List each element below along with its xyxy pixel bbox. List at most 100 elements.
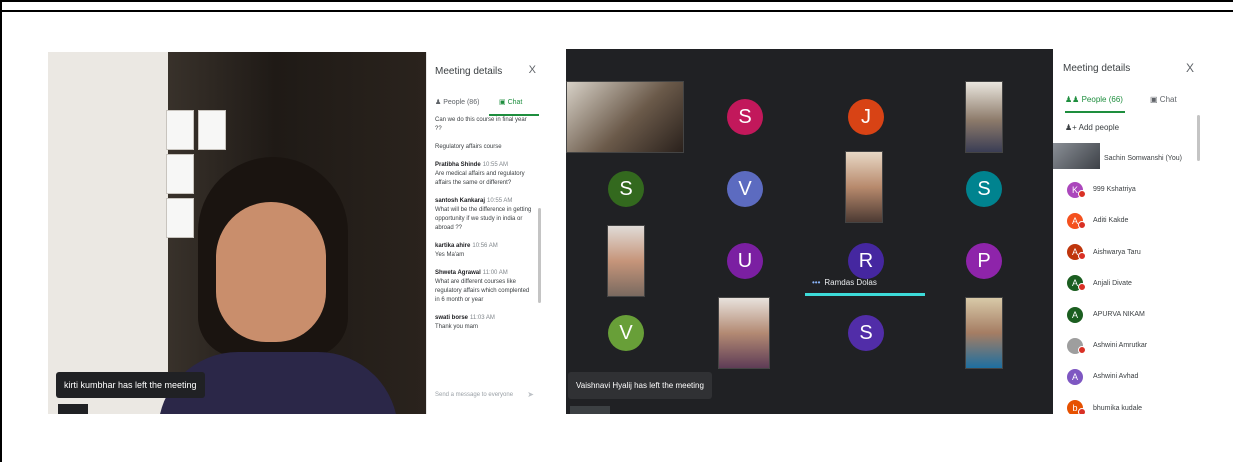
participant-avatar[interactable]: U (727, 243, 763, 279)
participant-name: 999 Kshatriya (1093, 186, 1136, 194)
participant-avatar[interactable]: V (727, 171, 763, 207)
participant-grid: S J S V S U R P V S ••• Ramdas Dolas Vais… (566, 49, 1053, 414)
participant-video-tile[interactable] (845, 151, 883, 223)
participant-list: Sachin Somwanshi (You) K 999 Kshatriya A… (1053, 143, 1204, 414)
participant-avatar: A (1067, 306, 1083, 323)
participant-name: Aishwarya Taru (1093, 248, 1141, 256)
panel-tabs: ♟ People (86) ▣ Chat (427, 94, 544, 116)
chat-icon: ▣ (1150, 95, 1158, 104)
participant-video-tile[interactable] (718, 297, 770, 369)
participant-name: APURVA NIKAM (1093, 311, 1145, 319)
message-text: Can we do this course in final year ?? (435, 117, 527, 132)
message-time: 11:03 AM (470, 315, 495, 321)
right-meeting-toast: Vaishnavi Hyalij has left the meeting (568, 372, 712, 399)
participant-avatar: b (1067, 400, 1086, 414)
participant-avatar: A (1067, 368, 1083, 385)
right-meeting-details-panel: Meeting details X ♟♟ People (66) ▣ Chat … (1053, 49, 1204, 414)
participant-name: bhumika kudale (1093, 404, 1143, 412)
self-view-thumbnail[interactable] (570, 406, 610, 414)
participant-row[interactable]: A Ashwini Avhad (1053, 361, 1204, 392)
participant-avatar[interactable]: S (966, 171, 1002, 207)
main-video: kirti kumbhar has left the meeting (48, 52, 426, 414)
right-meeting-screenshot: S J S V S U R P V S ••• Ramdas Dolas Vais… (566, 49, 1204, 414)
message-time: 10:56 AM (472, 243, 498, 249)
participant-avatar[interactable]: R (848, 243, 884, 279)
window-pane (166, 110, 194, 150)
message-text: Are medical affairs and regulatory affai… (435, 171, 525, 186)
participant-video-tile[interactable] (965, 81, 1003, 153)
tab-people[interactable]: ♟♟ People (66) (1065, 95, 1123, 104)
participant-avatar: A (1067, 275, 1086, 292)
participant-avatar[interactable]: S (848, 315, 884, 351)
participant-video-tile[interactable] (965, 297, 1003, 369)
participant-name: Anjali Divate (1093, 279, 1132, 287)
participant-avatar[interactable]: V (608, 315, 644, 351)
participant-row[interactable]: A Aditi Kakde (1053, 205, 1204, 236)
close-icon[interactable]: X (1186, 61, 1194, 75)
window-pane (166, 154, 194, 194)
self-video-thumbnail (1053, 143, 1100, 169)
chat-message: swati borse 11:03 AM Thank you mam (435, 314, 535, 332)
participant-row[interactable]: Sachin Somwanshi (You) (1053, 143, 1204, 174)
chat-message: santosh Kankaraj 10:55 AM What will be th… (435, 197, 535, 233)
self-view-thumbnail[interactable] (58, 404, 88, 414)
chat-scrollbar[interactable] (538, 208, 541, 303)
participant-row[interactable]: A Anjali Divate (1053, 268, 1204, 299)
mic-off-icon (1078, 220, 1086, 229)
tab-people[interactable]: ♟ People (86) (435, 98, 479, 106)
panel-title: Meeting details (435, 66, 503, 77)
tab-chat[interactable]: ▣ Chat (1150, 95, 1177, 104)
people-icon: ♟♟ (1065, 95, 1080, 104)
participant-avatar: A (1067, 212, 1086, 229)
top-rule (0, 10, 1233, 12)
participant-row[interactable]: A APURVA NIKAM (1053, 299, 1204, 330)
message-text: Yes Ma'am (435, 252, 465, 258)
people-icon: ♟ (435, 99, 442, 106)
chat-message: Can we do this course in final year ?? (435, 116, 535, 134)
participant-avatar[interactable]: S (727, 99, 763, 135)
add-people-button[interactable]: ♟+ Add people (1065, 123, 1119, 132)
mic-off-icon (1078, 283, 1086, 292)
tab-chat-label: Chat (1159, 95, 1177, 104)
window-pane (198, 110, 226, 150)
chat-input[interactable]: Send a message to everyone (435, 392, 513, 398)
speaking-indicator-icon: ••• (812, 278, 821, 287)
participant-video-tile[interactable] (607, 225, 645, 297)
message-time: 10:55 AM (487, 198, 513, 204)
send-icon[interactable]: ➤ (527, 390, 534, 399)
tab-people-label: People (86) (443, 99, 480, 106)
message-time: 11:00 AM (482, 270, 508, 276)
message-text: Thank you mam (435, 324, 479, 330)
message-sender: santosh Kankaraj (435, 198, 486, 204)
participant-avatar[interactable]: P (966, 243, 1002, 279)
close-icon[interactable]: X (529, 64, 536, 76)
active-speaker-label: ••• Ramdas Dolas (812, 278, 877, 287)
participant-row[interactable]: A Aishwarya Taru (1053, 237, 1204, 268)
left-meeting-details-panel: Meeting details X ♟ People (86) ▣ Chat C… (426, 52, 544, 414)
chat-message: Shweta Agrawal 11:00 AM What are differen… (435, 269, 535, 305)
participant-video-tile[interactable] (566, 81, 684, 153)
participant-row[interactable]: b bhumika kudale (1053, 393, 1204, 414)
mic-off-icon (1078, 345, 1086, 354)
tab-chat[interactable]: ▣ Chat (499, 98, 522, 106)
tab-people-label: People (66) (1081, 95, 1123, 104)
participant-avatar[interactable]: J (848, 99, 884, 135)
message-text: Regulatory affairs course (435, 144, 502, 150)
active-tab-indicator (1065, 111, 1125, 113)
mic-off-icon (1078, 189, 1086, 198)
panel-title: Meeting details (1063, 63, 1131, 74)
window-pane (166, 198, 194, 238)
participant-row[interactable]: Ashwini Amrutkar (1053, 330, 1204, 361)
message-time: 10:55 AM (482, 162, 509, 168)
tab-chat-label: Chat (507, 99, 523, 106)
add-people-label: Add people (1078, 123, 1120, 132)
left-meeting-toast: kirti kumbhar has left the meeting (56, 372, 205, 398)
wall-background (48, 52, 168, 414)
participant-row[interactable]: K 999 Kshatriya (1053, 174, 1204, 205)
participant-avatar: A (1067, 244, 1086, 261)
participant-name: Ashwini Amrutkar (1093, 342, 1148, 350)
active-speaker-bar (805, 293, 925, 296)
participant-avatar[interactable]: S (608, 171, 644, 207)
left-meeting-screenshot: kirti kumbhar has left the meeting Meeti… (48, 52, 544, 414)
mic-off-icon (1078, 252, 1086, 261)
